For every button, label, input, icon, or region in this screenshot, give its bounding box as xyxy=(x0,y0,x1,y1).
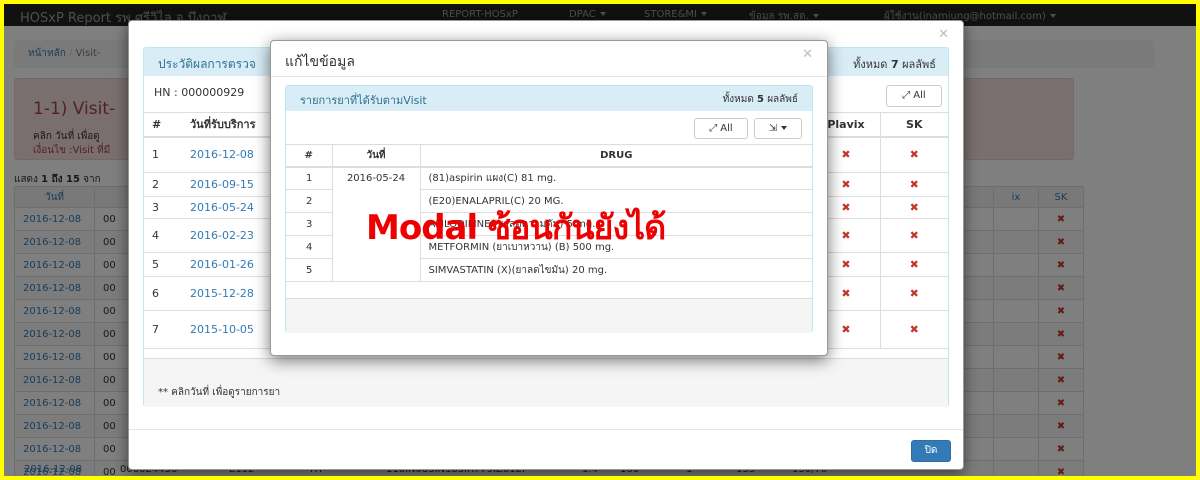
drug-panel-footer xyxy=(286,298,812,333)
export-icon: ⇲ xyxy=(768,123,778,134)
expand-all-label: All xyxy=(720,123,733,134)
x-mark-icon: ✖ xyxy=(841,258,851,271)
close-icon[interactable]: ✕ xyxy=(802,47,813,62)
history-panel-footer: ** คลิกวันที่ เพื่อดูรายการยา xyxy=(144,358,948,407)
close-button[interactable]: ปิด xyxy=(911,440,951,462)
count-value: 5 xyxy=(757,94,764,105)
drug-row-num: 4 xyxy=(286,235,332,259)
hn-label: HN : 000000929 xyxy=(154,86,245,99)
x-mark-icon: ✖ xyxy=(841,323,851,336)
row-num: 1 xyxy=(144,136,182,173)
row-num: 2 xyxy=(144,172,182,197)
x-mark-icon: ✖ xyxy=(909,178,919,191)
row-num: 7 xyxy=(144,310,182,349)
resize-full-icon: ⤢ xyxy=(902,90,911,101)
count-prefix: ทั้งหมด xyxy=(722,94,754,105)
drug-count: ทั้งหมด 5 ผลลัพธ์ xyxy=(723,92,798,107)
history-count: ทั้งหมด 7 ผลลัพธ์ xyxy=(853,55,936,73)
x-mark-icon: ✖ xyxy=(841,287,851,300)
row-num: 3 xyxy=(144,196,182,219)
drug-panel-title: รายการยาที่ได้รับตามVisit xyxy=(300,94,427,107)
row-sk: ✖ xyxy=(879,310,948,349)
x-mark-icon: ✖ xyxy=(841,229,851,242)
col-num: # xyxy=(286,144,332,168)
drug-row-num: 1 xyxy=(286,166,332,190)
row-num: 6 xyxy=(144,276,182,311)
expand-all-button[interactable]: ⤢ All xyxy=(886,85,942,107)
count-suffix: ผลลัพธ์ xyxy=(767,94,798,105)
export-dropdown-button[interactable]: ⇲ xyxy=(754,118,802,139)
expand-all-label: All xyxy=(913,90,926,101)
row-sk: ✖ xyxy=(879,136,948,173)
drug-row-num: 3 xyxy=(286,212,332,236)
drug-modal: แก้ไขข้อมูล ✕ รายการยาที่ได้รับตามVisit … xyxy=(270,40,828,356)
x-mark-icon: ✖ xyxy=(909,229,919,242)
drug-row-name: SIMVASTATIN (X)(ยาลดไขมัน) 20 mg. xyxy=(420,258,812,282)
screenshot-frame: HOSxP Report รพ.ศรีวิไล จ.บึงกาฬ REPORT-… xyxy=(4,4,1196,476)
count-prefix: ทั้งหมด xyxy=(853,58,888,71)
drug-row-num: 2 xyxy=(286,189,332,213)
x-mark-icon: ✖ xyxy=(841,201,851,214)
x-mark-icon: ✖ xyxy=(909,323,919,336)
history-panel-title: ประวัติผลการตรวจ xyxy=(158,57,256,71)
row-sk: ✖ xyxy=(879,252,948,277)
row-sk: ✖ xyxy=(879,196,948,219)
modal-header-divider xyxy=(271,76,827,77)
drug-row-num: 5 xyxy=(286,258,332,282)
x-mark-icon: ✖ xyxy=(909,148,919,162)
chevron-down-icon xyxy=(781,126,788,130)
resize-full-icon: ⤢ xyxy=(709,123,718,134)
col-num: # xyxy=(144,112,182,138)
close-icon[interactable]: ✕ xyxy=(938,27,949,42)
expand-all-button[interactable]: ⤢ All xyxy=(694,118,748,139)
count-suffix: ผลลัพธ์ xyxy=(902,58,936,71)
count-value: 7 xyxy=(890,58,899,71)
drug-modal-title: แก้ไขข้อมูล xyxy=(285,54,355,70)
col-sk[interactable]: SK xyxy=(879,112,948,138)
row-sk: ✖ xyxy=(879,218,948,253)
row-num: 5 xyxy=(144,252,182,277)
drug-panel-heading: รายการยาที่ได้รับตามVisit ทั้งหมด 5 ผลลั… xyxy=(286,86,812,111)
x-mark-icon: ✖ xyxy=(909,258,919,271)
row-sk: ✖ xyxy=(879,276,948,311)
modal-footer-divider xyxy=(129,429,963,430)
x-mark-icon: ✖ xyxy=(841,178,851,191)
footnote: ** คลิกวันที่ เพื่อดูรายการยา xyxy=(158,387,281,398)
drug-row-name: (81)aspirin แผง(C) 81 mg. xyxy=(420,166,812,190)
x-mark-icon: ✖ xyxy=(909,287,919,300)
overlay-annotation: Modal ซ้อนกันยังได้ xyxy=(366,208,666,248)
table-row: 1 2016-05-24 (81)aspirin แผง(C) 81 mg. xyxy=(286,166,812,282)
x-mark-icon: ✖ xyxy=(841,148,851,162)
row-sk: ✖ xyxy=(879,172,948,197)
col-date[interactable]: วันที่ xyxy=(331,144,421,168)
row-num: 4 xyxy=(144,218,182,253)
x-mark-icon: ✖ xyxy=(909,201,919,214)
col-drug[interactable]: DRUG xyxy=(420,144,812,168)
